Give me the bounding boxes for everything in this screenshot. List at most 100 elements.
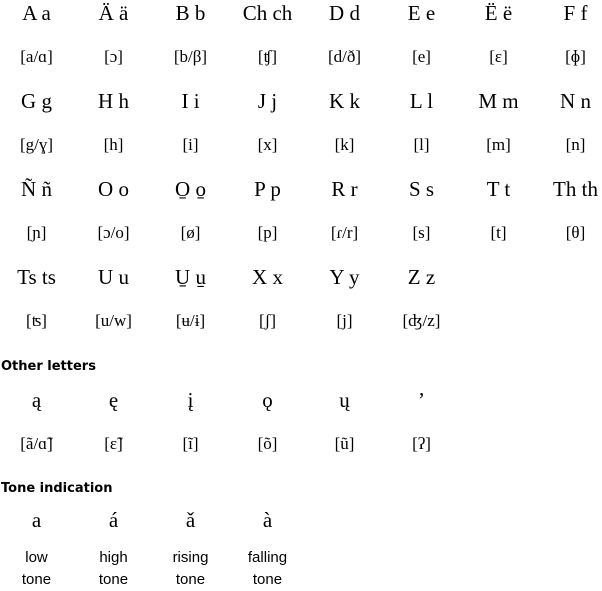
ipa-cell: [m] [486, 135, 511, 154]
tone-label-line: tone [98, 571, 129, 588]
letter-row: Ñ ñ O o O̱ o̱ P p R r S s T t Th th [0, 167, 602, 211]
ipa-cell: [ʤ/z] [402, 311, 441, 330]
letter-cell: N n [560, 88, 591, 113]
letter-cell: ų [339, 387, 350, 412]
ipa-cell: [x] [257, 135, 278, 154]
letter-cell: I i [181, 88, 200, 113]
ipa-row: [ɲ] [ɔ/o] [ø] [p] [ɾ/r] [s] [t] [θ] [0, 211, 602, 255]
letter-cell: P p [254, 176, 281, 201]
ipa-cell: [ɔ/o] [97, 223, 130, 242]
ipa-cell: [ɸ] [565, 47, 586, 66]
ipa-cell: [d/ð] [327, 47, 362, 66]
letter-cell: U u [98, 264, 129, 289]
ipa-cell: [j] [336, 311, 353, 330]
ipa-cell: [ʔ] [412, 434, 431, 453]
tone-symbol: á [108, 507, 119, 532]
ipa-cell: [p] [257, 223, 278, 242]
letter-cell: E e [407, 0, 436, 25]
letter-cell: T t [486, 176, 511, 201]
letter-cell: O o [98, 176, 129, 201]
letter-cell: Ë ë [484, 0, 513, 25]
letter-cell: F f [563, 0, 588, 25]
tone-table: a á ǎ à low tone high tone rising tone f… [0, 498, 602, 591]
letter-cell: G g [21, 88, 52, 113]
ipa-row: [a/ɑ] [ɔ] [b/β] [ʧ] [d/ð] [e] [ɛ] [ɸ] [0, 35, 602, 79]
ipa-cell: [u/w] [95, 311, 132, 330]
letter-cell: Th th [553, 176, 598, 201]
ipa-cell: [ø] [180, 223, 201, 242]
letter-cell: ’ [418, 387, 425, 412]
tone-label: falling tone [229, 547, 306, 591]
letter-row: Ts ts U u U̱ u̱ X x Y y Z z [0, 255, 602, 299]
letter-cell: ą [31, 387, 42, 412]
tone-symbol-row: a á ǎ à [0, 498, 602, 542]
ipa-row: [ã/ɑ̃] [ɛ̃] [ĩ] [õ] [ũ] [ʔ] [0, 422, 602, 466]
ipa-cell: [ʦ] [26, 311, 47, 330]
ipa-cell: [k] [334, 135, 355, 154]
letter-cell: B b [175, 0, 206, 25]
letter-cell: X x [252, 264, 283, 289]
ipa-row: [ʦ] [u/w] [ʉ/ɨ] [ʃ] [j] [ʤ/z] [0, 299, 602, 343]
ipa-cell: [l] [413, 135, 430, 154]
ipa-cell: [ɛ̃] [104, 434, 123, 453]
letter-cell: Ch ch [242, 0, 293, 25]
ipa-cell: [ɛ] [489, 47, 508, 66]
other-letters-table: ą ę į ǫ ų ’ [ã/ɑ̃] [ɛ̃] [ĩ] [õ] [ũ] [ʔ] [0, 378, 602, 466]
letter-cell: U̱ u̱ [175, 264, 206, 289]
letter-cell: Z z [407, 264, 436, 289]
tone-label: low tone [0, 547, 75, 591]
ipa-cell: [ã/ɑ̃] [20, 434, 53, 453]
letter-row: ą ę į ǫ ų ’ [0, 378, 602, 422]
tone-label-line: tone [175, 571, 206, 588]
ipa-row: [g/ɣ] [h] [i] [x] [k] [l] [m] [n] [0, 123, 602, 167]
tone-indication-heading: Tone indication [1, 481, 113, 496]
ipa-cell: [θ] [565, 223, 586, 242]
tone-symbol: ǎ [185, 507, 196, 532]
tone-symbol: à [262, 507, 273, 532]
ipa-cell: [e] [412, 47, 431, 66]
letter-cell: L l [409, 88, 434, 113]
tone-label-line: low [25, 549, 48, 566]
ipa-cell: [n] [565, 135, 586, 154]
tone-label-row: low tone high tone rising tone falling t… [0, 547, 602, 591]
other-letters-heading: Other letters [1, 359, 96, 374]
letter-cell: į [187, 387, 194, 412]
ipa-cell: [ʉ/ɨ] [175, 311, 206, 330]
letter-cell: S s [408, 176, 435, 201]
letter-cell: Y y [329, 264, 360, 289]
letter-cell: H h [98, 88, 129, 113]
ipa-cell: [ũ] [334, 434, 355, 453]
letter-cell: ǫ [262, 387, 273, 412]
tone-label-line: rising [172, 549, 209, 566]
ipa-cell: [b/β] [173, 47, 208, 66]
ipa-cell: [ɔ] [104, 47, 123, 66]
ipa-cell: [s] [412, 223, 431, 242]
tone-label-line: tone [252, 571, 283, 588]
tone-label-line: tone [21, 571, 52, 588]
letter-cell: R r [331, 176, 358, 201]
letter-cell: A a [22, 0, 51, 25]
ipa-cell: [ʧ] [257, 47, 278, 66]
tone-label: rising tone [152, 547, 229, 591]
ipa-cell: [ɾ/r] [330, 223, 359, 242]
tone-symbol: a [31, 507, 42, 532]
ipa-cell: [a/ɑ] [20, 47, 53, 66]
ipa-cell: [i] [182, 135, 199, 154]
ipa-cell: [ĩ] [182, 434, 199, 453]
letter-cell: O̱ o̱ [175, 176, 206, 201]
letter-cell: J j [257, 88, 278, 113]
ipa-cell: [ʃ] [259, 311, 276, 330]
letter-cell: Ä ä [98, 0, 129, 25]
ipa-cell: [t] [490, 223, 507, 242]
tone-label: high tone [75, 547, 152, 591]
letter-cell: K k [329, 88, 360, 113]
letter-row: A a Ä ä B b Ch ch D d E e Ë ë F f [0, 0, 602, 35]
letter-cell: D d [329, 0, 360, 25]
ipa-cell: [g/ɣ] [19, 135, 54, 154]
letter-cell: M m [478, 88, 519, 113]
alphabet-table: A a Ä ä B b Ch ch D d E e Ë ë F f [a/ɑ] … [0, 0, 602, 343]
letter-cell: Ts ts [17, 264, 56, 289]
letter-cell: Ñ ñ [21, 176, 52, 201]
letter-cell: ę [108, 387, 119, 412]
letter-row: G g H h I i J j K k L l M m N n [0, 79, 602, 123]
